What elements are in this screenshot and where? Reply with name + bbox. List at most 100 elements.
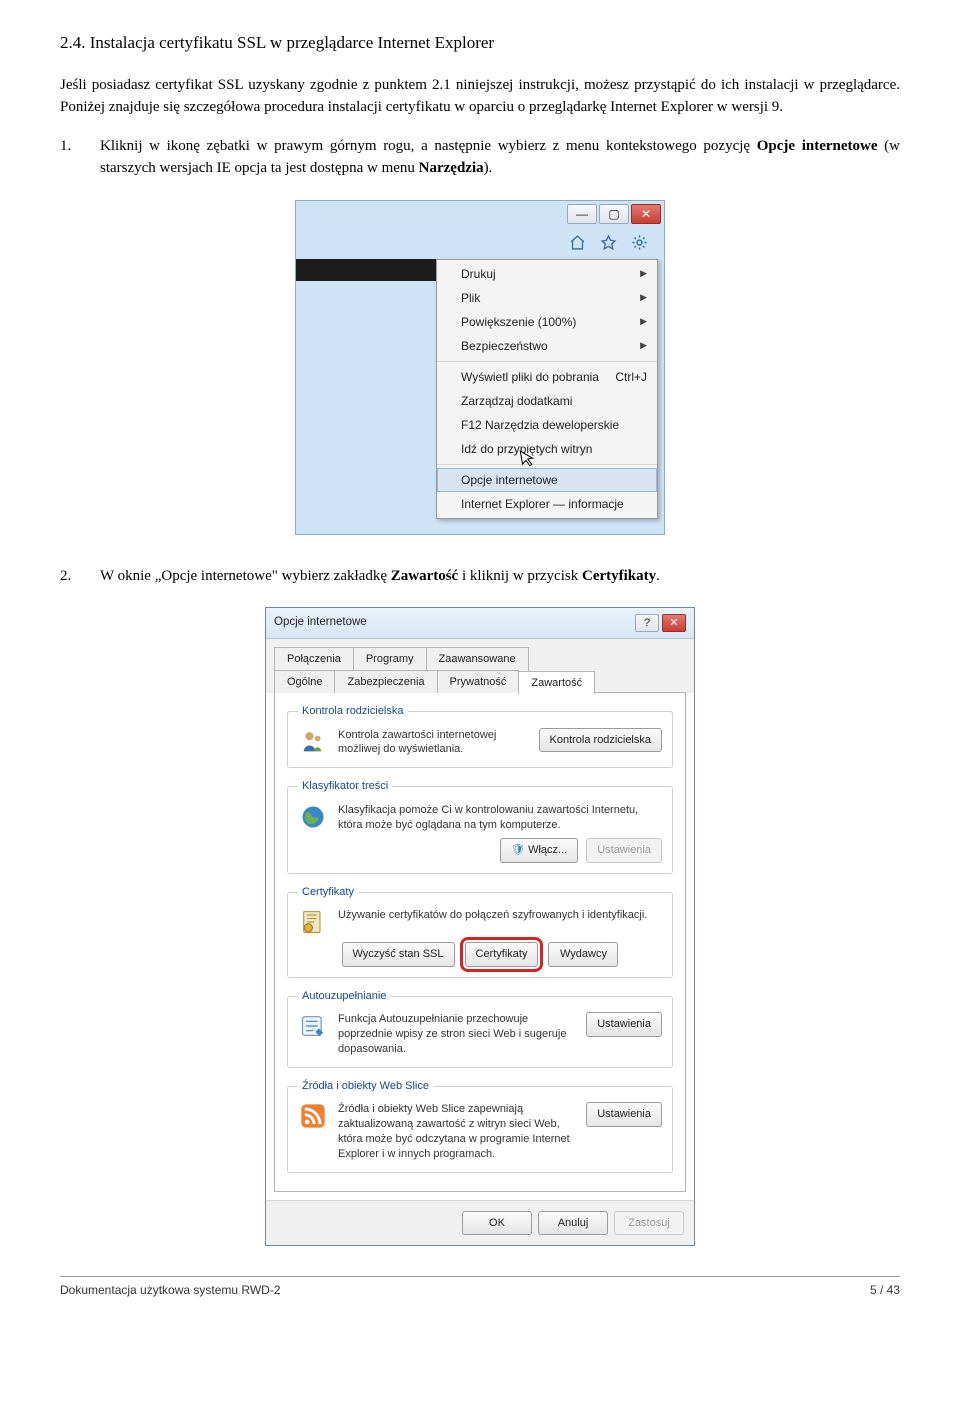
menu-label: F12 Narzędzia deweloperskie <box>461 416 619 434</box>
autocomplete-settings-button[interactable]: Ustawienia <box>586 1012 662 1037</box>
footer-left: Dokumentacja użytkowa systemu RWD-2 <box>60 1281 281 1299</box>
step-2-text: W oknie „Opcje internetowe" wybierz zakł… <box>100 565 900 588</box>
step-1-bold-2: Narzędzia <box>419 160 484 176</box>
minimize-button[interactable]: — <box>567 204 597 224</box>
clear-ssl-button[interactable]: Wyczyść stan SSL <box>342 942 455 967</box>
submenu-arrow-icon: ▶ <box>640 291 647 305</box>
tab-zabezpieczenia[interactable]: Zabezpieczenia <box>334 670 437 694</box>
menu-separator <box>437 361 657 362</box>
menu-item-zoom[interactable]: Powiększenie (100%) ▶ <box>437 310 657 334</box>
dialog-footer: OK Anuluj Zastosuj <box>266 1200 694 1246</box>
menu-label: Internet Explorer — informacje <box>461 495 624 513</box>
menu-label: Powiększenie (100%) <box>461 313 576 331</box>
group-text: Klasyfikacja pomoże Ci w kontrolowaniu z… <box>338 803 662 833</box>
tab-prywatnosc[interactable]: Prywatność <box>437 670 520 694</box>
submenu-arrow-icon: ▶ <box>640 339 647 353</box>
menu-label: Zarządzaj dodatkami <box>461 392 572 410</box>
group-text: Źródła i obiekty Web Slice zapewniają za… <box>338 1102 576 1161</box>
step-2-txt-e: . <box>656 568 660 584</box>
gear-icon[interactable] <box>631 234 648 251</box>
window-controls: — ▢ ✕ <box>567 204 661 224</box>
group-feeds: Źródła i obiekty Web Slice Źródła i obie… <box>287 1078 673 1173</box>
maximize-button[interactable]: ▢ <box>599 204 629 224</box>
step-2: 2. W oknie „Opcje internetowe" wybierz z… <box>60 565 900 588</box>
tab-ogolne[interactable]: Ogólne <box>274 670 335 694</box>
group-certificates: Certyfikaty Używanie certyfikatów do poł… <box>287 884 673 978</box>
rss-icon <box>298 1102 328 1130</box>
menu-item-print[interactable]: Drukuj ▶ <box>437 262 657 286</box>
tab-panel-zawartosc: Kontrola rodzicielska Kontrola zawartośc… <box>274 692 686 1192</box>
page-footer: Dokumentacja użytkowa systemu RWD-2 5 / … <box>60 1276 900 1299</box>
tab-zawartosc[interactable]: Zawartość <box>518 671 595 695</box>
intro-paragraph: Jeśli posiadasz certyfikat SSL uzyskany … <box>60 74 900 119</box>
group-legend: Klasyfikator treści <box>298 778 392 795</box>
close-button[interactable]: ✕ <box>662 614 686 632</box>
certificates-button[interactable]: Certyfikaty <box>465 942 539 967</box>
menu-label: Plik <box>461 289 480 307</box>
autocomplete-icon <box>298 1012 328 1040</box>
group-text: Kontrola zawartości internetowej możliwe… <box>338 728 529 758</box>
group-text: Używanie certyfikatów do połączeń szyfro… <box>338 908 662 923</box>
group-legend: Kontrola rodzicielska <box>298 703 408 720</box>
menu-item-about[interactable]: Internet Explorer — informacje <box>437 492 657 516</box>
publishers-button[interactable]: Wydawcy <box>548 942 618 967</box>
parental-icon <box>298 728 328 756</box>
menu-item-internet-options[interactable]: Opcje internetowe <box>437 468 657 492</box>
group-legend: Źródła i obiekty Web Slice <box>298 1078 433 1095</box>
menu-item-safety[interactable]: Bezpieczeństwo ▶ <box>437 334 657 358</box>
group-text: Funkcja Autouzupełnianie przechowuje pop… <box>338 1012 576 1057</box>
ie-gear-menu-screenshot: — ▢ ✕ Drukuj ▶ Plik ▶ Powiększenie (100%) ▶… <box>295 200 665 535</box>
menu-item-pinned[interactable]: Idź do przypiętych witryn <box>437 437 657 461</box>
group-content-advisor: Klasyfikator treści Klasyfikacja pomoże … <box>287 778 673 874</box>
certificate-icon <box>298 908 328 936</box>
menu-item-file[interactable]: Plik ▶ <box>437 286 657 310</box>
menu-label: Drukuj <box>461 265 496 283</box>
help-button[interactable]: ? <box>635 614 659 632</box>
submenu-arrow-icon: ▶ <box>640 315 647 329</box>
step-1-txt-e: ). <box>484 160 493 176</box>
step-2-bold-1: Zawartość <box>391 568 459 584</box>
btn-label: Włącz... <box>528 844 567 856</box>
step-1-number: 1. <box>60 135 100 180</box>
group-legend: Certyfikaty <box>298 884 358 901</box>
home-icon[interactable] <box>569 234 586 251</box>
internet-options-dialog: Opcje internetowe ? ✕ Połączenia Program… <box>265 607 695 1246</box>
favorites-icon[interactable] <box>600 234 617 251</box>
cancel-button[interactable]: Anuluj <box>538 1211 608 1236</box>
step-1-text: Kliknij w ikonę zębatki w prawym górnym … <box>100 135 900 180</box>
dialog-titlebar: Opcje internetowe ? ✕ <box>266 608 694 639</box>
content-strip <box>296 259 436 281</box>
parental-button[interactable]: Kontrola rodzicielska <box>539 728 663 753</box>
gear-context-menu: Drukuj ▶ Plik ▶ Powiększenie (100%) ▶ Bezpi… <box>436 259 658 519</box>
menu-label: Opcje internetowe <box>461 471 558 489</box>
footer-right: 5 / 43 <box>870 1281 900 1299</box>
enable-button[interactable]: 🛡 Włącz... <box>500 838 578 863</box>
menu-label: Bezpieczeństwo <box>461 337 548 355</box>
menu-separator <box>437 464 657 465</box>
group-legend: Autouzupełnianie <box>298 988 390 1005</box>
tab-polaczenia[interactable]: Połączenia <box>274 647 354 671</box>
group-parental: Kontrola rodzicielska Kontrola zawartośc… <box>287 703 673 768</box>
dialog-title: Opcje internetowe <box>274 614 367 631</box>
menu-shortcut: Ctrl+J <box>615 368 647 386</box>
section-heading: 2.4. Instalacja certyfikatu SSL w przegl… <box>60 30 900 56</box>
tab-programy[interactable]: Programy <box>353 647 427 671</box>
close-button[interactable]: ✕ <box>631 204 661 224</box>
settings-button: Ustawienia <box>586 838 662 863</box>
step-2-txt-a: W oknie „Opcje internetowe" wybierz zakł… <box>100 568 391 584</box>
globe-icon <box>298 803 328 831</box>
menu-item-downloads[interactable]: Wyświetl pliki do pobraniaCtrl+J <box>437 365 657 389</box>
menu-item-addons[interactable]: Zarządzaj dodatkami <box>437 389 657 413</box>
submenu-arrow-icon: ▶ <box>640 267 647 281</box>
ie-toolbar <box>569 234 648 251</box>
step-1-txt-a: Kliknij w ikonę zębatki w prawym górnym … <box>100 138 757 154</box>
step-2-txt-c: i kliknij w przycisk <box>458 568 582 584</box>
step-1-bold-1: Opcje internetowe <box>757 138 878 154</box>
apply-button: Zastosuj <box>614 1211 684 1236</box>
menu-item-devtools[interactable]: F12 Narzędzia deweloperskie <box>437 413 657 437</box>
step-1: 1. Kliknij w ikonę zębatki w prawym górn… <box>60 135 900 180</box>
feeds-settings-button[interactable]: Ustawienia <box>586 1102 662 1127</box>
ok-button[interactable]: OK <box>462 1211 532 1236</box>
step-2-number: 2. <box>60 565 100 588</box>
tab-zaawansowane[interactable]: Zaawansowane <box>426 647 529 671</box>
